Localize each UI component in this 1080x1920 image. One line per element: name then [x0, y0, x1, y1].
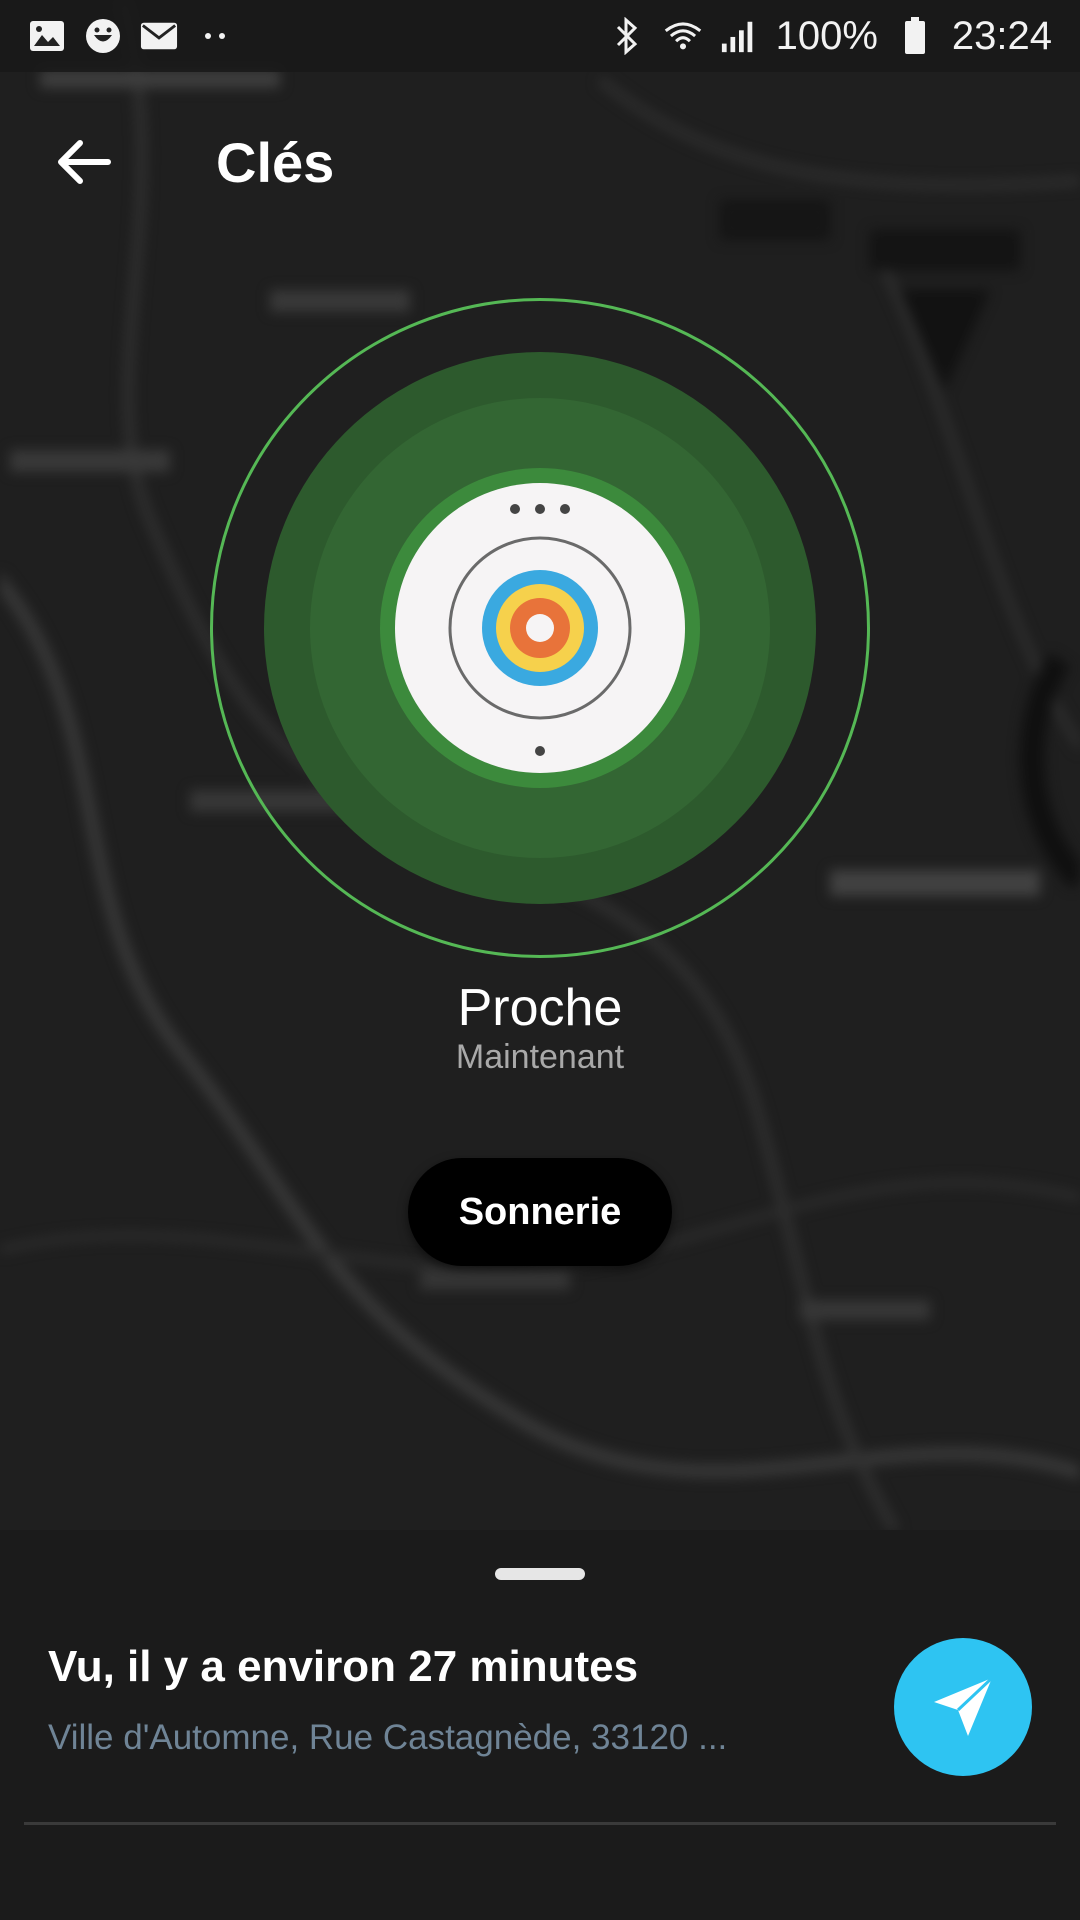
- bluetooth-icon: [608, 17, 646, 55]
- battery-percent: 100%: [775, 13, 878, 58]
- address-text: Ville d'Automne, Rue Castagnède, 33120 .…: [48, 1718, 728, 1757]
- sheet-drag-handle[interactable]: [495, 1568, 585, 1580]
- clock: 23:24: [951, 13, 1052, 58]
- signal-icon: [720, 19, 758, 53]
- battery-icon: [896, 17, 934, 54]
- bottom-sheet: Vu, il y a environ 27 minutes Ville d'Au…: [0, 1530, 1080, 1920]
- divider: [24, 1822, 1056, 1825]
- app-bar: Clés: [0, 100, 1080, 220]
- navigation-arrow-icon: [934, 1676, 994, 1736]
- wifi-icon: [664, 19, 702, 53]
- proximity-radar: [210, 298, 870, 958]
- smiley-icon: [84, 19, 122, 53]
- image-icon: [28, 19, 66, 53]
- proximity-time: Maintenant: [455, 1038, 625, 1076]
- more-dots-icon: [196, 19, 234, 53]
- mail-icon: [140, 19, 178, 53]
- last-seen-text: Vu, il y a environ 27 minutes: [48, 1642, 639, 1691]
- tile-device-icon: [395, 483, 685, 773]
- directions-button[interactable]: [894, 1638, 1032, 1776]
- proximity-status: Proche: [457, 979, 623, 1037]
- page-title: Clés: [216, 131, 335, 194]
- back-button[interactable]: [44, 122, 124, 202]
- ring-button[interactable]: Sonnerie: [408, 1158, 672, 1266]
- arrow-left-icon: [58, 140, 111, 184]
- status-bar: 100% 23:24: [0, 0, 1080, 72]
